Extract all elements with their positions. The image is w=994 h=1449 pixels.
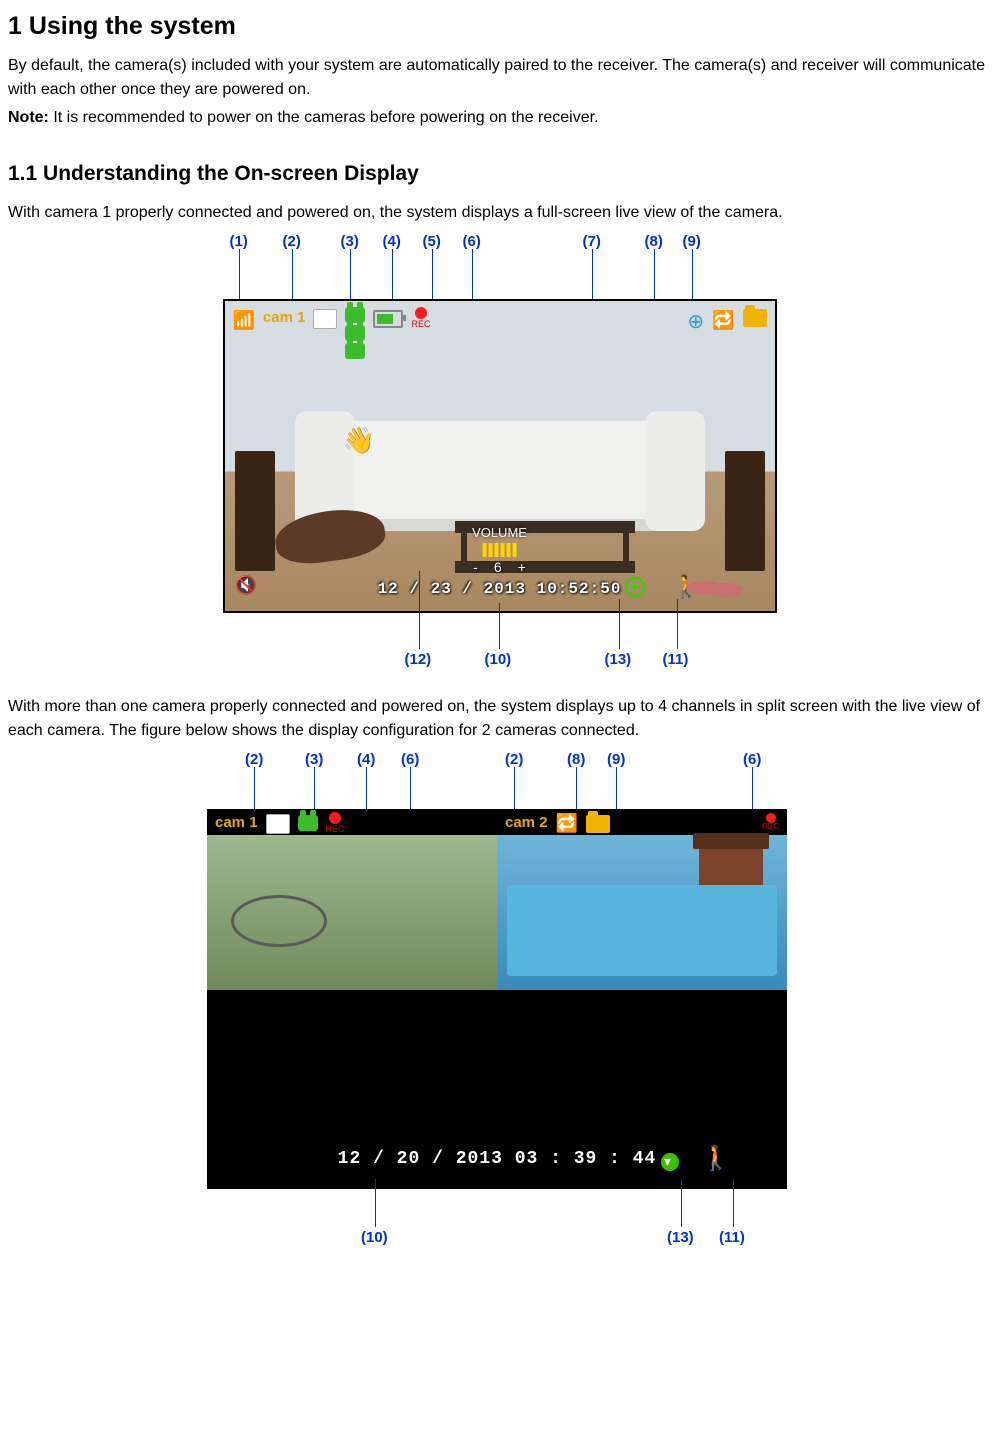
volume-plus: + bbox=[518, 557, 526, 578]
volume-bar bbox=[472, 543, 527, 557]
sd-card-icon bbox=[266, 814, 290, 834]
room-speaker-left bbox=[235, 451, 275, 571]
volume-value: 6 bbox=[494, 557, 502, 578]
note-paragraph: Note: It is recommended to power on the … bbox=[8, 106, 986, 130]
network-icon-stack bbox=[345, 307, 365, 359]
battery-icon bbox=[373, 310, 403, 328]
callout-11: (11) bbox=[663, 649, 689, 672]
callout-10: (10) bbox=[361, 1227, 388, 1250]
intro-paragraph: By default, the camera(s) included with … bbox=[8, 54, 986, 102]
channel-4-view bbox=[497, 990, 787, 1145]
loop-icon: 🔁 bbox=[556, 810, 578, 837]
download-icon bbox=[661, 1153, 679, 1171]
garden-table bbox=[231, 895, 327, 947]
callout-13: (13) bbox=[667, 1227, 694, 1250]
timestamp: 12 / 20 / 2013 03 : 39 : 44 bbox=[207, 1146, 787, 1173]
rec-icon: REC bbox=[762, 813, 779, 831]
network-icon bbox=[345, 343, 365, 359]
folder-icon bbox=[743, 309, 767, 327]
timestamp: 12 / 23 / 2013 10:52:50 bbox=[378, 577, 622, 601]
new-file-icon bbox=[625, 577, 645, 597]
note-text: It is recommended to power on the camera… bbox=[49, 109, 599, 126]
section-paragraph-1: With camera 1 properly connected and pow… bbox=[8, 201, 986, 225]
channel-2-view bbox=[497, 835, 787, 990]
figure-1: (1) (2) (3) (4) (5) (6) (7) (8) (9) 📶 bbox=[185, 231, 810, 671]
pool-shed bbox=[699, 845, 763, 889]
heading-1-1: 1.1 Understanding the On-screen Display bbox=[8, 158, 986, 190]
figure-2: (2) (3) (4) (6) (2) (8) (9) (6) cam 1 RE… bbox=[147, 749, 847, 1249]
callout-10: (10) bbox=[485, 649, 512, 672]
volume-label: VOLUME bbox=[472, 523, 527, 543]
heading-1: 1 Using the system bbox=[8, 8, 986, 46]
channel-1-view bbox=[207, 835, 497, 990]
callout-13: (13) bbox=[605, 649, 632, 672]
section-paragraph-2: With more than one camera properly conne… bbox=[8, 695, 986, 743]
figure-2-wrap: (2) (3) (4) (6) (2) (8) (9) (6) cam 1 RE… bbox=[8, 749, 986, 1249]
loop-icon: 🔁 bbox=[712, 307, 734, 334]
rec-icon: REC bbox=[326, 812, 345, 834]
callout-11: (11) bbox=[719, 1227, 745, 1250]
swimming-pool bbox=[507, 885, 777, 976]
rec-icon: REC bbox=[411, 307, 430, 329]
camera-label: cam 1 bbox=[215, 812, 258, 835]
osd-top-bar: 📶 cam 1 REC ⊕ 🔁 bbox=[225, 307, 775, 355]
talk-icon: 👋 bbox=[343, 421, 375, 460]
folder-icon bbox=[586, 815, 610, 833]
camera-live-view: 📶 cam 1 REC ⊕ 🔁 👋 VOLUME bbox=[223, 299, 777, 613]
cam2-osd-row: cam 2 🔁 bbox=[505, 813, 610, 833]
channel-3-view bbox=[207, 990, 497, 1145]
room-speaker-right bbox=[725, 451, 765, 571]
volume-osd: VOLUME - 6 + bbox=[472, 523, 527, 578]
zoom-icon: ⊕ bbox=[687, 307, 704, 337]
cam1-osd-row: cam 1 REC bbox=[215, 813, 345, 833]
network-icon bbox=[298, 815, 318, 831]
camera-label: cam 2 bbox=[505, 812, 548, 835]
mute-icon: 🔇 bbox=[235, 572, 257, 599]
camera-label: cam 1 bbox=[263, 307, 306, 330]
sd-card-icon bbox=[313, 309, 337, 329]
motion-icon: 🚶 bbox=[701, 1141, 731, 1177]
signal-icon: 📶 bbox=[233, 307, 255, 334]
split-screen-view: cam 1 REC cam 2 🔁 REC 12 / 20 / 2013 03 bbox=[207, 809, 787, 1189]
volume-minus: - bbox=[473, 557, 478, 578]
note-label: Note: bbox=[8, 109, 49, 126]
figure-1-wrap: (1) (2) (3) (4) (5) (6) (7) (8) (9) 📶 bbox=[8, 231, 986, 671]
callout-12: (12) bbox=[405, 649, 432, 672]
